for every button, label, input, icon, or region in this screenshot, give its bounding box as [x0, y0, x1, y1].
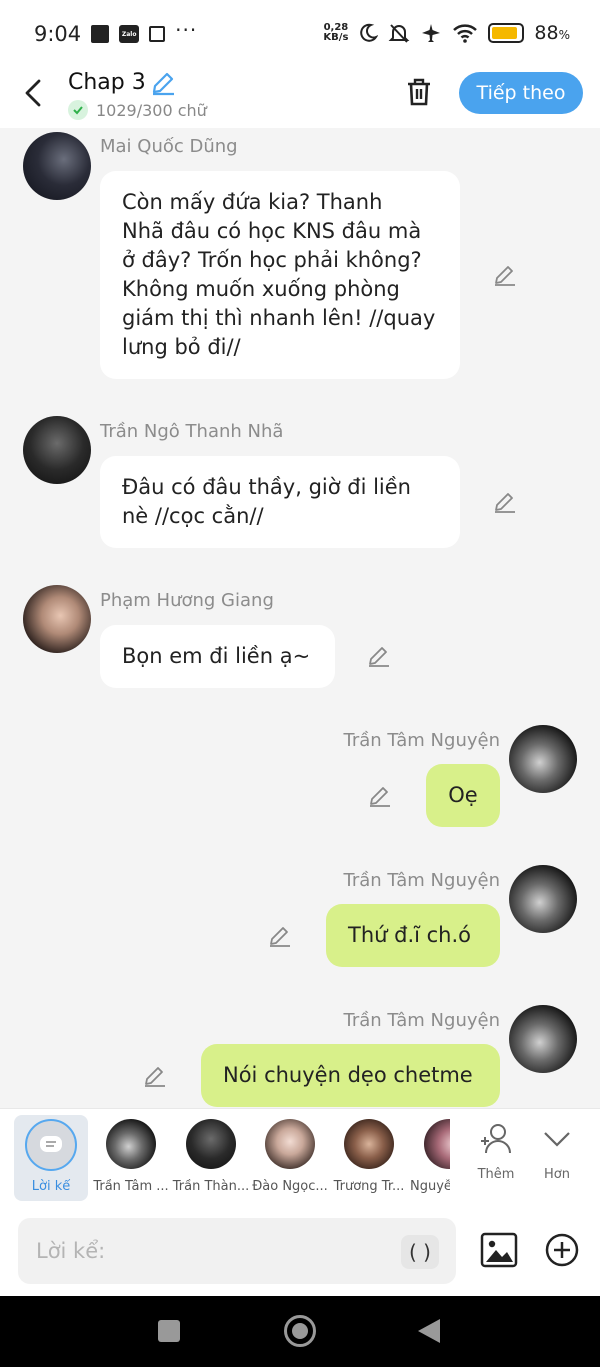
character-item[interactable]: Nguyễ: [410, 1119, 450, 1194]
message-line: Nói chuyện dẹo chetme: [223, 1063, 473, 1087]
narrator-label: Lời kể: [31, 1179, 71, 1194]
character-label: Nguyễ: [410, 1179, 450, 1194]
avatar[interactable]: [23, 585, 91, 653]
status-time: 9:04: [34, 22, 82, 46]
message-line: ở đây? Trốn học phải không?: [122, 248, 422, 272]
bell-off-icon: [388, 24, 410, 43]
status-bar: 9:04 Zalo ··· 0,28 KB/s 88%: [0, 0, 600, 70]
message-bubble[interactable]: Còn mấy đứa kia? Thanh Nhã đâu có học KN…: [100, 171, 460, 379]
recent-apps-icon[interactable]: [158, 1320, 180, 1342]
word-count: 1029/300 chữ: [96, 100, 207, 120]
moon-icon: [360, 23, 379, 42]
character-item[interactable]: Trương Tr...: [330, 1119, 408, 1194]
avatar: [106, 1119, 156, 1169]
airplane-icon: [422, 24, 441, 42]
message-bubble[interactable]: Oẹ: [426, 764, 500, 827]
page-title: Chap 3: [68, 70, 146, 95]
system-nav-bar: [0, 1296, 600, 1367]
status-right: 0,28 KB/s 88%: [323, 22, 570, 44]
input-bar: ( ): [0, 1206, 600, 1296]
network-speed: 0,28 KB/s: [323, 23, 348, 43]
character-item[interactable]: Trần Thàn...: [172, 1119, 250, 1194]
avatar[interactable]: [509, 865, 577, 933]
sender-name: Trần Ngô Thanh Nhã: [100, 421, 284, 442]
pencil-icon[interactable]: [368, 784, 392, 808]
avatar[interactable]: [23, 416, 91, 484]
character-bar: Lời kể Trần Tâm ... Trần Thàn... Đào Ngọ…: [0, 1108, 600, 1206]
narrator-tab[interactable]: Lời kể: [14, 1115, 88, 1201]
avatar[interactable]: [509, 1005, 577, 1073]
network-speed-unit: KB/s: [323, 32, 349, 43]
add-character-button[interactable]: Thêm: [466, 1121, 526, 1182]
back-nav-icon[interactable]: [418, 1319, 440, 1343]
character-label: Trần Thàn...: [172, 1179, 250, 1194]
sender-name: Trần Tâm Nguyện: [343, 730, 500, 751]
character-label: Trương Tr...: [333, 1179, 405, 1194]
avatar: [186, 1119, 236, 1169]
avatar[interactable]: [23, 132, 91, 200]
message-line: giám thị thì nhanh lên! //quay: [122, 306, 436, 330]
back-arrow-icon[interactable]: [22, 78, 46, 108]
message-line: Bọn em đi liền ạ~: [122, 644, 311, 668]
check-icon: [68, 100, 88, 120]
trash-icon[interactable]: [404, 76, 434, 108]
pencil-icon[interactable]: [143, 1064, 167, 1088]
pencil-icon[interactable]: [493, 490, 517, 514]
character-item[interactable]: Trần Tâm ...: [92, 1119, 170, 1194]
message-input[interactable]: [18, 1218, 456, 1284]
message-bubble[interactable]: Đâu có đâu thầy, giờ đi liền nè //cọc cằ…: [100, 456, 460, 548]
character-label: Trần Tâm ...: [93, 1179, 169, 1194]
more-notifications-icon: ···: [175, 18, 198, 42]
battery-fill: [492, 27, 518, 39]
add-person-icon: [481, 1124, 511, 1154]
battery-unit: %: [558, 28, 570, 42]
more-button[interactable]: Hơn: [527, 1121, 587, 1182]
pencil-icon[interactable]: [268, 924, 292, 948]
message-line: Không muốn xuống phòng: [122, 277, 400, 301]
sender-name: Trần Tâm Nguyện: [343, 870, 500, 891]
message-line: Đâu có đâu thầy, giờ đi liền: [122, 475, 411, 499]
pencil-icon[interactable]: [367, 644, 391, 668]
message-line: Oẹ: [448, 783, 478, 807]
plus-circle-icon[interactable]: [544, 1232, 580, 1268]
character-item[interactable]: Đào Ngọc...: [251, 1119, 329, 1194]
sender-name: Trần Tâm Nguyện: [343, 1010, 500, 1031]
sender-name: Mai Quốc Dũng: [100, 136, 238, 157]
character-label: Đào Ngọc...: [252, 1179, 328, 1194]
add-label: Thêm: [477, 1167, 515, 1182]
message-line: Còn mấy đứa kia? Thanh: [122, 190, 383, 214]
avatar: [344, 1119, 394, 1169]
chevron-down-icon: [544, 1132, 570, 1147]
message-line: nè //cọc cằn//: [122, 504, 264, 528]
sender-name: Phạm Hương Giang: [100, 590, 274, 611]
message-bubble[interactable]: Nói chuyện dẹo chetme: [201, 1044, 500, 1107]
more-label: Hơn: [544, 1167, 570, 1182]
home-icon[interactable]: [284, 1315, 316, 1347]
narrator-icon: [25, 1119, 77, 1171]
battery-percent: 88%: [534, 22, 570, 44]
status-left: 9:04 Zalo ···: [34, 18, 197, 46]
message-line: lưng bỏ đi//: [122, 335, 241, 359]
avatar: [265, 1119, 315, 1169]
battery-value: 88: [534, 22, 559, 44]
parentheses-button[interactable]: ( ): [401, 1235, 439, 1269]
screenshot-icon: [149, 26, 166, 42]
pencil-icon[interactable]: [493, 263, 517, 287]
chat-area[interactable]: Mai Quốc Dũng Còn mấy đứa kia? Thanh Nhã…: [0, 128, 600, 1108]
zalo-icon: Zalo: [119, 25, 140, 43]
message-bubble[interactable]: Bọn em đi liền ạ~: [100, 625, 335, 688]
message-line: Thứ đ.ĩ ch.ó: [348, 923, 472, 947]
pencil-icon[interactable]: [150, 70, 176, 96]
message-line: Nhã đâu có học KNS đâu mà: [122, 219, 422, 243]
message-bubble[interactable]: Thứ đ.ĩ ch.ó: [326, 904, 500, 967]
notification-icon: [91, 25, 110, 43]
word-count-wrap: 1029/300 chữ: [68, 100, 207, 120]
wifi-icon: [453, 24, 478, 43]
battery-icon: [488, 23, 525, 43]
header: Chap 3 1029/300 chữ Tiếp theo: [0, 70, 600, 128]
avatar[interactable]: [509, 725, 577, 793]
next-button[interactable]: Tiếp theo: [459, 72, 583, 114]
avatar: [424, 1119, 450, 1169]
image-icon[interactable]: [480, 1232, 518, 1268]
